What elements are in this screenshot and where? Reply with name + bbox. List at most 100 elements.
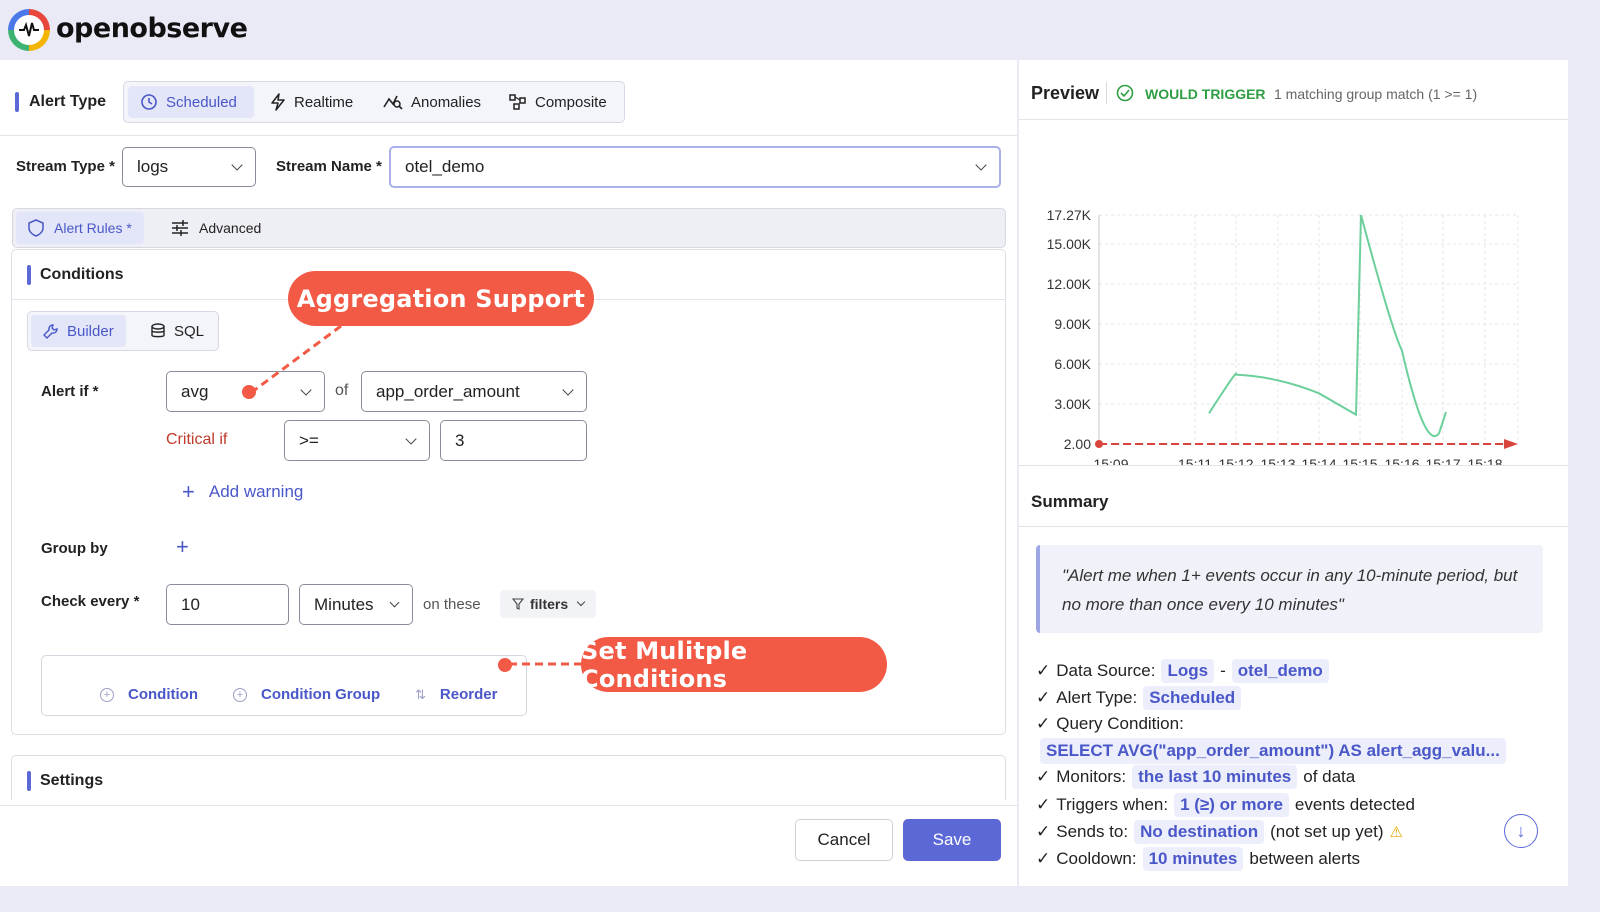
add-condition-button[interactable]: + Condition (100, 686, 198, 703)
summary-alert-type: ✓ Alert Type: Scheduled (1036, 686, 1242, 710)
stream-name-value: otel_demo (405, 157, 485, 176)
check-mark-icon: ✓ (1036, 849, 1051, 868)
summary-line-label: Monitors: (1056, 767, 1127, 786)
tab-alert-rules[interactable]: Alert Rules * (16, 212, 144, 244)
top-bar: openobserve (0, 0, 1600, 58)
summary-query: ✓ Query Condition: (1036, 714, 1184, 734)
condition-actions-box: + Condition + Condition Group ⇅ Reorder (41, 655, 527, 716)
alert-type-anomalies[interactable]: Anomalies (371, 86, 493, 118)
x-tick-label: 15:11 (1178, 456, 1212, 465)
scroll-down-button[interactable]: ↓ (1504, 814, 1538, 848)
check-every-value: 10 (181, 594, 200, 614)
y-tick-label: 2.00 (1064, 436, 1091, 452)
check-unit-select[interactable]: Minutes (299, 584, 413, 625)
check-circle-icon (1116, 84, 1134, 102)
x-tick-label: 15:15 (1342, 456, 1377, 465)
summary-chip: No destination (1134, 820, 1265, 844)
check-mark-icon: ✓ (1036, 714, 1051, 733)
on-these-label: on these (423, 596, 481, 613)
y-tick-label: 3.00K (1054, 396, 1091, 412)
section-indicator (27, 771, 31, 791)
mode-sql[interactable]: SQL (138, 315, 216, 347)
summary-cooldown: ✓ Cooldown: 10 minutes between alerts (1036, 847, 1360, 871)
check-every-input[interactable]: 10 (166, 584, 289, 625)
field-select[interactable]: app_order_amount (361, 371, 587, 412)
filters-button[interactable]: filters (500, 590, 597, 618)
alert-type-composite[interactable]: Composite (497, 86, 619, 118)
operator-value: >= (299, 430, 319, 450)
y-tick-label: 15.00K (1047, 236, 1092, 252)
save-button[interactable]: Save (903, 819, 1001, 861)
summary-line-label: Query Condition: (1056, 714, 1184, 733)
y-tick-label: 17.27K (1047, 207, 1092, 223)
warning-icon: ⚠ (1389, 824, 1403, 841)
summary-suffix: between alerts (1249, 849, 1360, 868)
operator-select[interactable]: >= (284, 420, 430, 461)
threshold-start-point (1095, 440, 1103, 448)
check-mark-icon: ✓ (1036, 661, 1051, 680)
cancel-button[interactable]: Cancel (795, 819, 893, 861)
threshold-arrow (1504, 439, 1518, 449)
add-condition-group-button[interactable]: + Condition Group (233, 686, 380, 703)
stream-name-label: Stream Name * (276, 158, 382, 175)
openobserve-logo-icon (8, 9, 50, 51)
mode-builder[interactable]: Builder (31, 315, 126, 347)
chevron-down-icon (231, 159, 243, 171)
divider (0, 135, 1017, 136)
chevron-down-icon (576, 597, 586, 607)
app-name: openobserve (56, 13, 248, 44)
add-circle-icon: + (100, 687, 114, 702)
alert-type-composite-label: Composite (535, 93, 607, 111)
summary-line-label: Data Source: (1056, 661, 1156, 680)
rules-tabs: Alert Rules * Advanced (12, 208, 1006, 248)
filters-label: filters (530, 596, 569, 612)
settings-title: Settings (40, 772, 104, 789)
summary-data-source: ✓ Data Source: Logs - otel_demo (1036, 659, 1329, 683)
chevron-down-icon (562, 383, 574, 396)
section-indicator (15, 92, 19, 112)
chevron-down-icon (405, 432, 417, 445)
summary-suffix: of data (1303, 767, 1356, 786)
clock-icon (141, 94, 157, 110)
alert-form-panel: Alert Type Scheduled Realtime Anomalies … (0, 60, 1017, 886)
summary-triggers: ✓ Triggers when: 1 (≥) or more events det… (1036, 793, 1415, 817)
x-tick-label: 15:18 (1467, 456, 1502, 465)
field-value: app_order_amount (376, 381, 520, 401)
alert-type-label: Alert Type (29, 93, 107, 110)
series-line (1208, 214, 1447, 437)
chevron-down-icon (389, 597, 400, 608)
chevron-down-icon (975, 159, 987, 171)
summary-chip: Logs (1161, 659, 1215, 683)
divider (1106, 82, 1107, 104)
reorder-button[interactable]: ⇅ Reorder (415, 686, 497, 703)
add-circle-icon: + (233, 687, 247, 702)
x-tick-label: 15:12 (1218, 456, 1253, 465)
summary-suffix: (not set up yet) (1270, 822, 1384, 841)
summary-chip: otel_demo (1231, 659, 1329, 683)
x-tick-label: 15:17 (1425, 456, 1460, 465)
add-group-by-button[interactable]: + (176, 534, 189, 560)
mode-builder-label: Builder (67, 322, 114, 340)
divider (1019, 526, 1568, 527)
alert-type-anomalies-label: Anomalies (411, 93, 482, 111)
alert-type-realtime[interactable]: Realtime (258, 86, 365, 118)
summary-query-value: SELECT AVG("app_order_amount") AS alert_… (1040, 738, 1506, 764)
x-tick-label: 15:14 (1301, 456, 1336, 465)
add-warning-button[interactable]: + Add warning (182, 479, 303, 505)
database-icon (151, 323, 165, 338)
divider (1019, 465, 1568, 466)
section-indicator (27, 265, 31, 285)
summary-suffix: events detected (1294, 795, 1415, 814)
stream-name-select[interactable]: otel_demo (389, 146, 1001, 188)
alert-type-realtime-label: Realtime (294, 93, 354, 111)
tab-advanced[interactable]: Advanced (159, 212, 273, 244)
summary-monitors: ✓ Monitors: the last 10 minutes of data (1036, 765, 1355, 789)
stream-type-select[interactable]: logs (122, 147, 256, 187)
threshold-input[interactable]: 3 (440, 420, 587, 461)
summary-quote: "Alert me when 1+ events occur in any 10… (1036, 545, 1543, 633)
summary-line-label: Sends to: (1056, 822, 1129, 841)
add-warning-label: Add warning (208, 482, 304, 501)
alert-type-scheduled[interactable]: Scheduled (128, 86, 254, 118)
x-tick-label: 15:09 (1093, 456, 1128, 465)
summary-chip: 1 (≥) or more (1174, 793, 1289, 817)
